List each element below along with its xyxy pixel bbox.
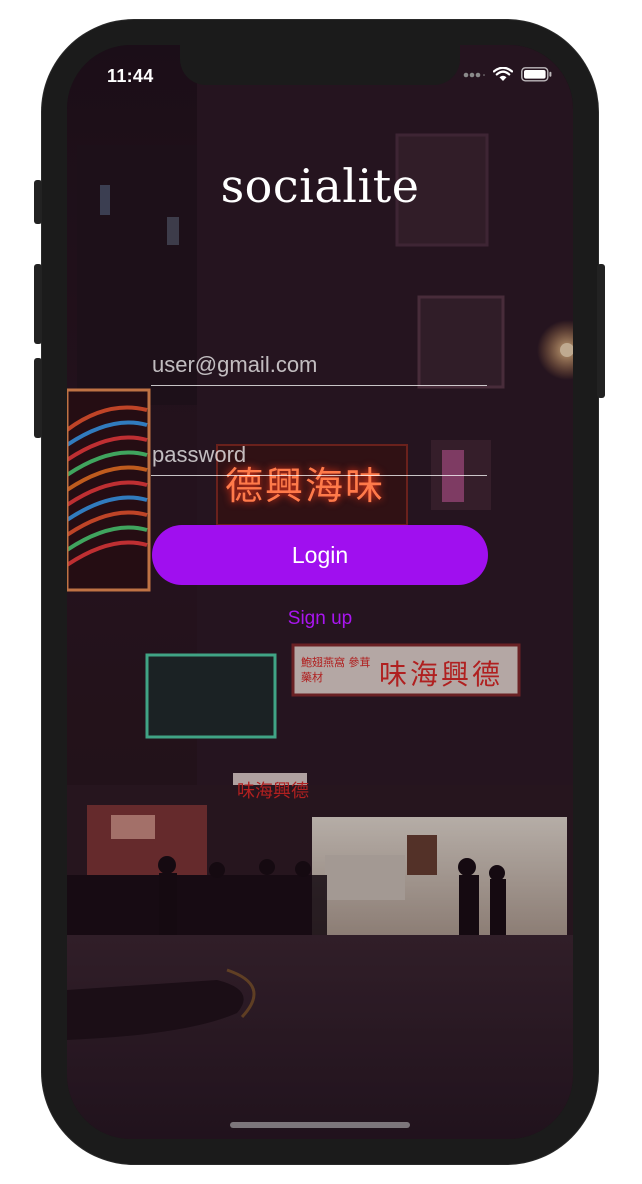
email-input[interactable]	[151, 345, 487, 385]
signboard-lower: 味海興德	[237, 781, 309, 802]
login-button[interactable]: Login	[152, 525, 488, 585]
status-time: 11:44	[107, 66, 154, 86]
password-input[interactable]	[151, 435, 487, 475]
wifi-icon	[493, 67, 513, 81]
volume-up-button	[34, 264, 42, 344]
device-notch	[180, 45, 460, 85]
signup-link[interactable]: Sign up	[67, 608, 573, 630]
home-indicator	[230, 1122, 410, 1128]
app-logo-title: socialite	[220, 159, 420, 213]
signboard-white: 味海興德	[379, 658, 504, 691]
app-screen: 德興海味 味海興德 鮑翅燕窩 參茸藥材 味海興德 11:44 socialite…	[67, 45, 573, 1139]
password-field-container	[151, 435, 487, 476]
power-button	[597, 264, 605, 398]
email-field-container	[151, 345, 487, 386]
battery-icon	[521, 67, 552, 82]
status-icons	[463, 67, 553, 82]
mute-switch	[34, 180, 42, 224]
signal-dots-icon	[463, 72, 485, 77]
signboard-small: 鮑翅燕窩 參茸藥材	[301, 656, 371, 684]
volume-down-button	[34, 358, 42, 438]
